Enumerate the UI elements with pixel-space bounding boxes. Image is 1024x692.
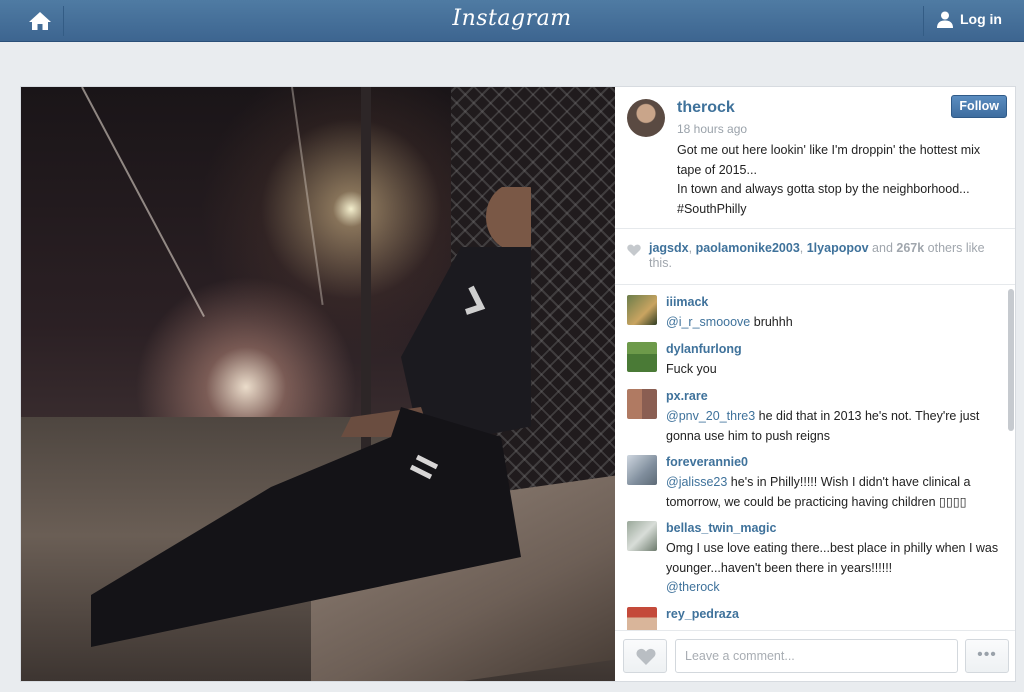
caption-line: In town and always gotta stop by the nei… bbox=[677, 182, 970, 196]
comment-username[interactable]: bellas_twin_magic bbox=[666, 521, 776, 535]
comment-username[interactable]: iiimack bbox=[666, 295, 708, 309]
post-card: therock 18 hours ago Got me out here loo… bbox=[20, 86, 1016, 682]
comment-item: iiimack @i_r_smooove bruhhh bbox=[615, 295, 1007, 339]
comment-item: dylanfurlong Fuck you bbox=[615, 342, 1007, 386]
caption-line: Got me out here lookin' like I'm droppin… bbox=[677, 143, 981, 177]
liker-username[interactable]: 1lyapopov bbox=[807, 241, 869, 255]
instagram-logo[interactable]: Instagram bbox=[0, 6, 1024, 31]
comment-body: Omg I use love eating there...best place… bbox=[666, 541, 999, 575]
likes-summary: jagsdx, paolamonike2003, 1lyapopov and 2… bbox=[615, 229, 1015, 285]
comment-mention[interactable]: @i_r_smooove bbox=[666, 315, 750, 329]
post-caption: Got me out here lookin' like I'm droppin… bbox=[677, 141, 1007, 219]
comment-username[interactable]: dylanfurlong bbox=[666, 342, 742, 356]
liker-username[interactable]: jagsdx bbox=[649, 241, 689, 255]
comment-composer: ••• bbox=[615, 630, 1015, 681]
comments-list[interactable]: iiimack @i_r_smooove bruhhh dylanfurlong… bbox=[615, 285, 1015, 630]
comment-text: @i_r_smooove bruhhh bbox=[666, 313, 1000, 333]
liker-username[interactable]: paolamonike2003 bbox=[696, 241, 800, 255]
likes-separator: , bbox=[688, 241, 696, 255]
more-options-button[interactable]: ••• bbox=[965, 639, 1009, 673]
comment-text: @jalisse23 he's in Philly!!!!! Wish I di… bbox=[666, 473, 1000, 512]
heart-icon bbox=[636, 648, 656, 665]
avatar[interactable] bbox=[627, 295, 657, 325]
heart-icon bbox=[627, 244, 641, 256]
follow-button[interactable]: Follow bbox=[951, 95, 1007, 118]
comment-username[interactable]: px.rare bbox=[666, 389, 708, 403]
likes-and-text: and bbox=[868, 241, 897, 255]
comments-scrollbar[interactable] bbox=[1007, 285, 1015, 630]
comment-text: Omg I use love eating there...best place… bbox=[666, 539, 1000, 598]
avatar[interactable] bbox=[627, 521, 657, 551]
comment-text: Fuck you bbox=[666, 360, 1000, 380]
avatar[interactable] bbox=[627, 455, 657, 485]
owner-username[interactable]: therock bbox=[677, 99, 735, 117]
post-header: therock 18 hours ago Got me out here loo… bbox=[615, 87, 1015, 229]
avatar[interactable] bbox=[627, 99, 665, 137]
likes-count: 267k bbox=[896, 241, 925, 255]
login-divider bbox=[923, 6, 924, 36]
comment-body: bruhhh bbox=[750, 315, 793, 329]
user-icon bbox=[937, 11, 953, 28]
comment-mention[interactable]: @jalisse23 bbox=[666, 475, 727, 489]
avatar[interactable] bbox=[627, 389, 657, 419]
comment-mention[interactable]: @therock bbox=[666, 580, 720, 594]
comment-mention[interactable]: @pnv_20_thre3 bbox=[666, 409, 755, 423]
comment-username[interactable]: rey_pedraza bbox=[666, 607, 739, 621]
post-timestamp: 18 hours ago bbox=[677, 122, 748, 136]
login-button[interactable]: Log in bbox=[936, 10, 1002, 28]
avatar[interactable] bbox=[627, 342, 657, 372]
comment-input[interactable] bbox=[675, 639, 958, 673]
likes-separator: , bbox=[799, 241, 807, 255]
comment-text: @pnv_20_thre3 he did that in 2013 he's n… bbox=[666, 407, 1000, 446]
login-label: Log in bbox=[960, 11, 1002, 27]
comment-item: foreverannie0 @jalisse23 he's in Philly!… bbox=[615, 455, 1007, 517]
top-navigation-bar: Instagram Log in bbox=[0, 0, 1024, 42]
scrollbar-thumb[interactable] bbox=[1008, 289, 1014, 431]
like-button[interactable] bbox=[623, 639, 667, 673]
post-sidebar: therock 18 hours ago Got me out here loo… bbox=[615, 87, 1015, 681]
comment-item: bellas_twin_magic Omg I use love eating … bbox=[615, 521, 1007, 603]
comment-username[interactable]: foreverannie0 bbox=[666, 455, 748, 469]
comment-item: px.rare @pnv_20_thre3 he did that in 201… bbox=[615, 389, 1007, 451]
comment-body: Fuck you bbox=[666, 362, 717, 376]
comment-item: rey_pedraza bbox=[615, 607, 1007, 630]
photo-person bbox=[91, 187, 531, 647]
post-photo[interactable] bbox=[21, 87, 615, 681]
avatar[interactable] bbox=[627, 607, 657, 630]
caption-hashtag[interactable]: #SouthPhilly bbox=[677, 200, 1007, 220]
